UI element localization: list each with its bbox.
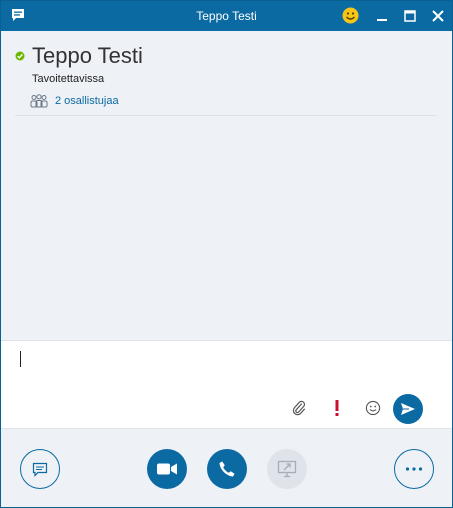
title-bar[interactable]: Teppo Testi (1, 1, 452, 31)
im-button[interactable] (20, 449, 60, 489)
smiley-icon[interactable] (342, 7, 359, 24)
header-divider (15, 115, 436, 116)
contact-name[interactable]: Teppo Testi (32, 43, 143, 69)
send-icon (401, 403, 415, 415)
participants-link[interactable]: 2 osallistujaa (30, 93, 119, 109)
video-call-button[interactable] (147, 449, 187, 489)
text-caret (20, 351, 21, 367)
maximize-icon[interactable] (402, 8, 418, 24)
send-button[interactable] (393, 394, 423, 424)
ellipsis-icon (405, 467, 423, 471)
video-camera-icon (157, 463, 177, 475)
more-options-button[interactable] (394, 449, 434, 489)
presence-available-icon (15, 51, 25, 61)
message-compose-area[interactable] (1, 340, 452, 428)
emoji-icon (365, 400, 381, 416)
minimize-icon[interactable] (374, 8, 390, 24)
close-icon[interactable] (430, 8, 446, 24)
present-screen-button[interactable] (267, 449, 307, 489)
phone-icon (219, 461, 235, 477)
priority-button[interactable] (327, 398, 347, 418)
paperclip-icon (292, 400, 306, 416)
audio-call-button[interactable] (207, 449, 247, 489)
emoji-button[interactable] (363, 398, 383, 418)
im-icon (32, 462, 48, 477)
conversation-window: Teppo Testi Teppo Testi Tavoitettavissa (0, 0, 453, 508)
attach-button[interactable] (289, 398, 309, 418)
participants-icon (30, 94, 48, 108)
presence-status: Tavoitettavissa (32, 73, 105, 85)
screen-share-icon (277, 460, 297, 478)
exclamation-icon (335, 400, 339, 416)
participants-count[interactable]: 2 osallistujaa (55, 95, 119, 107)
conversation-toolbar (1, 428, 452, 507)
